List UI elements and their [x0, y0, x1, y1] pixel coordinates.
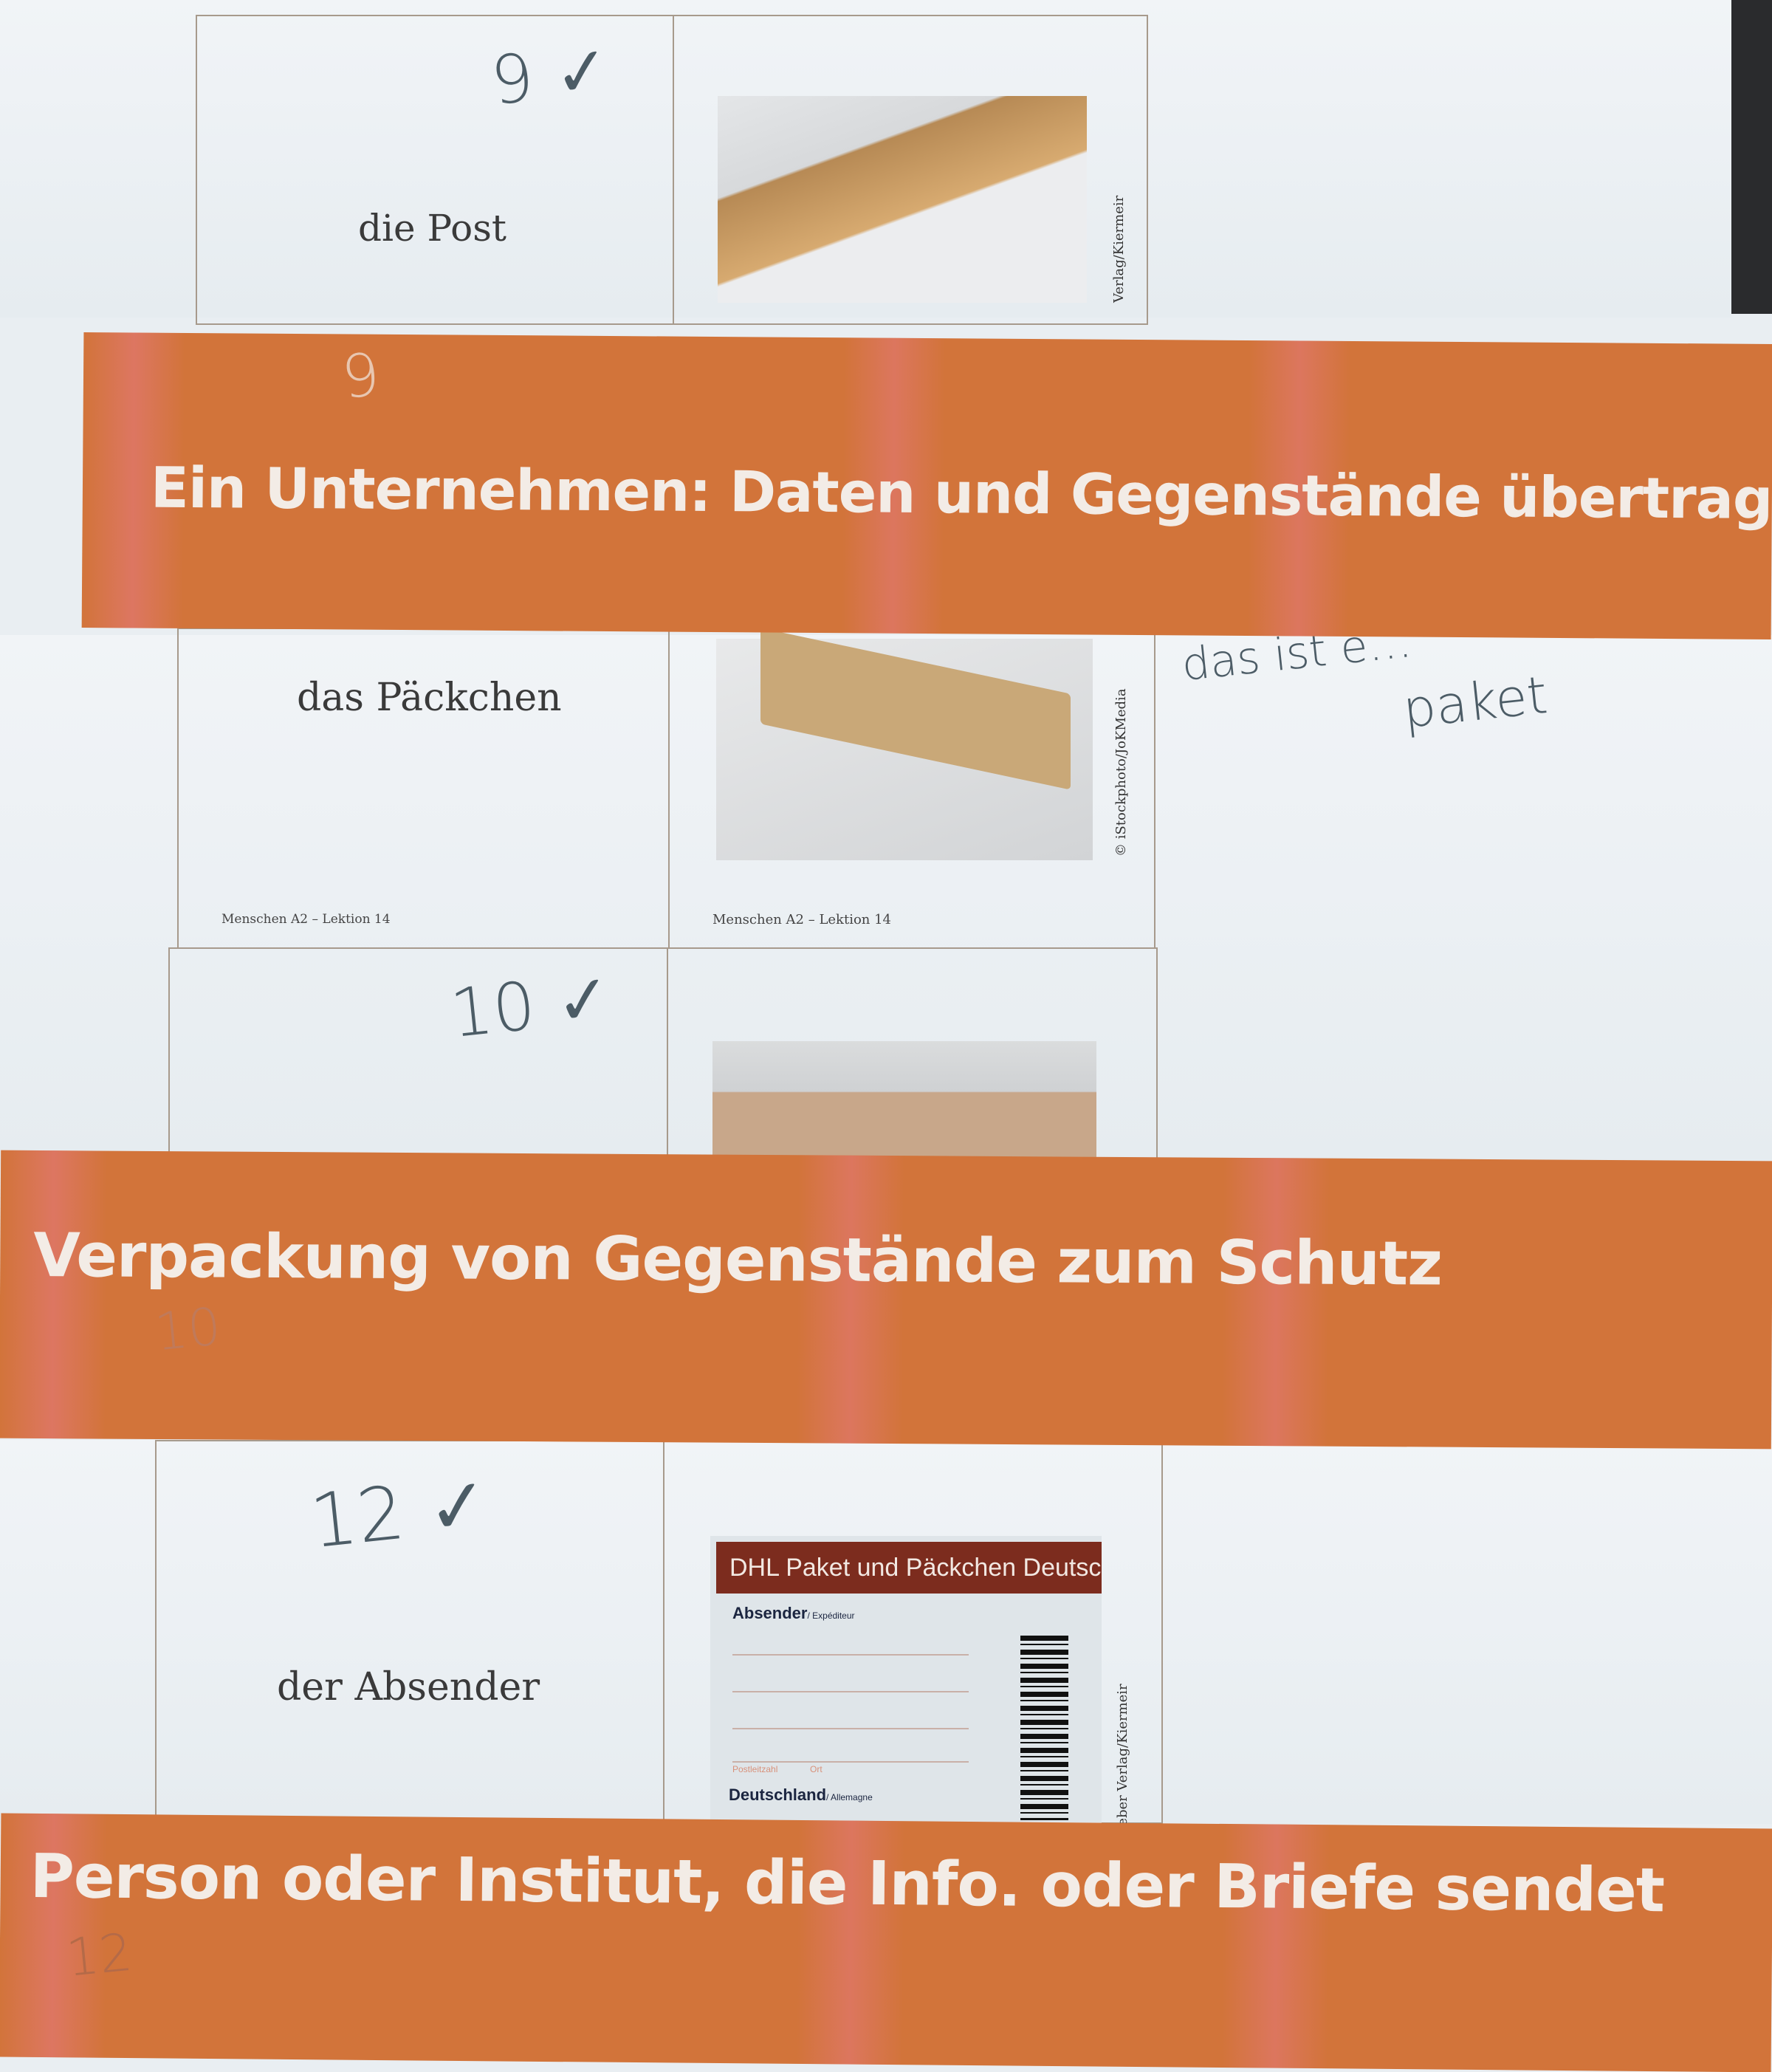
photo-credit: Verlag/Kiermeir	[1111, 195, 1127, 303]
handwritten-mark: 9 ✓	[487, 30, 614, 121]
country-label-fr: / Allemagne	[826, 1792, 873, 1802]
sender-heading: Absender/ Expéditeur	[732, 1604, 855, 1623]
label-header: DHL Paket und Päckchen Deutsch	[716, 1542, 1102, 1594]
card-word: das Päckchen	[297, 676, 562, 720]
sender-label-fr: / Expéditeur	[807, 1610, 855, 1621]
handwritten-mark: 9	[338, 340, 383, 412]
handwritten-mark: 10	[151, 1296, 224, 1363]
parcel-shape	[760, 628, 1071, 790]
address-line	[732, 1761, 969, 1763]
photo-credit: Hueber Verlag/Kiermeir	[1115, 1684, 1130, 1846]
definition-text: Person oder Institut, die Info. oder Bri…	[30, 1841, 1665, 1927]
address-line	[732, 1728, 969, 1729]
card-sheet-paeckchen: das Päckchen © iStockphoto/JoKMedia Mens…	[0, 616, 1772, 1184]
definition-strip-1: Ein Unternehmen: Daten und Gegenstände ü…	[81, 332, 1772, 639]
handwritten-note: paket	[1400, 664, 1550, 741]
barcode	[1020, 1636, 1068, 1820]
postcode-label: Postleitzahl	[732, 1764, 778, 1774]
handwritten-mark: 12	[63, 1921, 135, 1989]
definition-text: Ein Unternehmen: Daten und Gegenstände ü…	[150, 454, 1772, 532]
dark-background	[1731, 0, 1772, 314]
gift-parcel-photo	[712, 1041, 1096, 1167]
dhl-label: DHL Paket und Päckchen Deutsch Absender/…	[710, 1536, 1102, 1846]
address-line	[732, 1654, 969, 1656]
mail-photo	[718, 96, 1087, 303]
country-label: Deutschland	[729, 1785, 827, 1804]
card-word: die Post	[358, 207, 506, 250]
footer-text: Menschen A2 – Lektion 14	[712, 912, 892, 927]
definition-text: Verpackung von Gegenstände zum Schutz	[33, 1220, 1443, 1300]
definition-strip-2: Verpackung von Gegenstände zum Schutz 10	[0, 1150, 1772, 1450]
city-label: Ort	[810, 1764, 823, 1774]
card-sheet-absender: 12 ✓ der Absender DHL Paket und Päckchen…	[0, 1440, 1772, 1846]
card-word: der Absender	[277, 1665, 540, 1709]
photo-credit: © iStockphoto/JoKMedia	[1113, 688, 1129, 857]
definition-strip-3: Person oder Institut, die Info. oder Bri…	[0, 1813, 1772, 2072]
address-line	[732, 1691, 969, 1692]
card-sheet-post: die Post 9 ✓ Verlag/Kiermeir	[0, 0, 1731, 325]
small-parcel-photo	[716, 628, 1093, 860]
country-line: Deutschland/ Allemagne	[729, 1785, 873, 1807]
footer-text: Menschen A2 – Lektion 14	[222, 912, 391, 927]
sender-label: Absender	[732, 1604, 808, 1622]
